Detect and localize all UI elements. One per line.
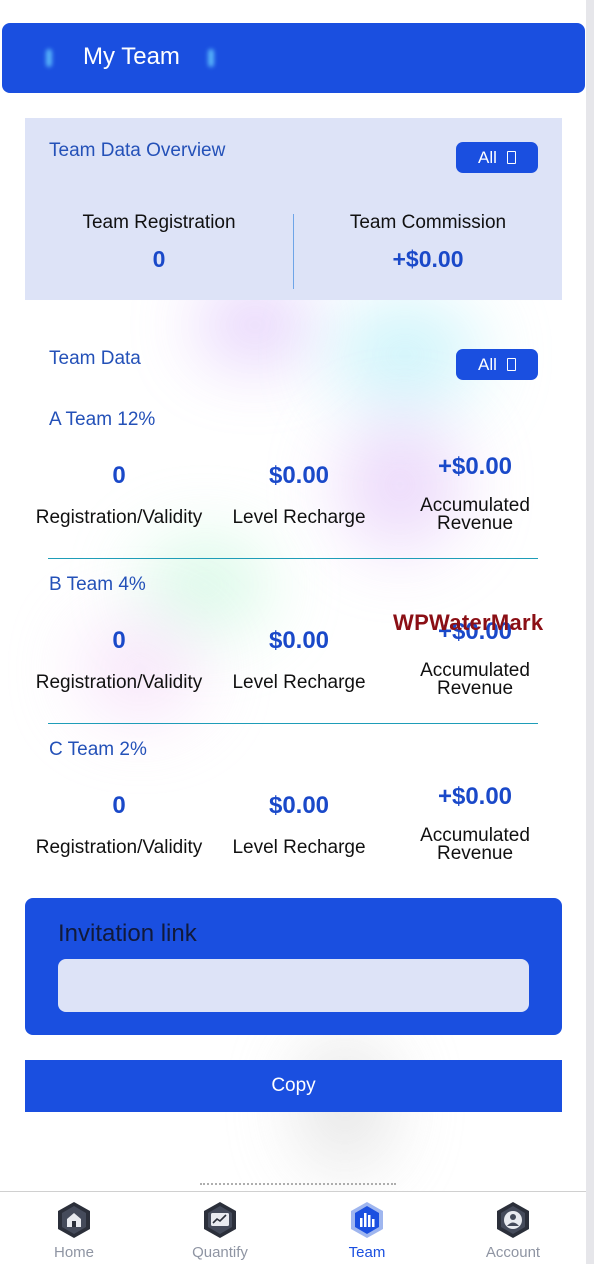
header-bar: My Team: [2, 23, 585, 93]
registration-label: Registration/Validity: [35, 672, 203, 693]
team-divider: [48, 558, 538, 559]
registration-value: 0: [112, 462, 126, 489]
bottom-tab-bar: Home Quantify Team Account: [0, 1191, 586, 1264]
recharge-label: Level Recharge: [232, 672, 366, 693]
header-decoration-right: [208, 49, 214, 67]
tab-label: Quantify: [192, 1244, 248, 1261]
revenue-value: +$0.00: [437, 453, 513, 480]
overview-title: Team Data Overview: [49, 140, 226, 161]
team-commission-label: Team Commission: [349, 212, 507, 233]
revenue-value: +$0.00: [437, 783, 513, 810]
revenue-label-line2: Revenue: [436, 513, 514, 534]
invitation-link-field[interactable]: [58, 959, 529, 1012]
copy-button[interactable]: Copy: [25, 1060, 562, 1112]
team-registration-stat: Team Registration 0: [25, 212, 293, 273]
tab-account[interactable]: Account: [453, 1200, 573, 1261]
registration-stat: 0 Registration/Validity: [25, 462, 213, 527]
dropdown-icon: [506, 358, 516, 371]
team-data-filter-button[interactable]: All: [456, 349, 538, 380]
recharge-stat: $0.00 Level Recharge: [220, 462, 378, 527]
revenue-stat: +$0.00 Accumulated Revenue: [395, 783, 555, 863]
tab-label: Account: [485, 1244, 541, 1261]
registration-value: 0: [112, 627, 126, 654]
team-data-filter-label: All: [478, 354, 497, 374]
header-decoration-left: [46, 49, 52, 67]
overview-filter-label: All: [478, 147, 497, 167]
team-registration-value: 0: [152, 246, 166, 272]
invitation-title: Invitation link: [58, 920, 197, 947]
home-icon: [54, 1200, 94, 1240]
team-divider: [48, 723, 538, 724]
team-name: B Team 4%: [49, 574, 146, 595]
recharge-label: Level Recharge: [232, 837, 366, 858]
tab-team[interactable]: Team: [307, 1200, 427, 1261]
registration-stat: 0 Registration/Validity: [25, 627, 213, 692]
dropdown-icon: [506, 151, 516, 164]
registration-stat: 0 Registration/Validity: [25, 792, 213, 857]
tab-label: Home: [53, 1244, 94, 1261]
scrollbar[interactable]: [586, 0, 594, 1264]
recharge-value: $0.00: [268, 627, 330, 654]
team-commission-value: +$0.00: [392, 246, 464, 272]
page-title: My Team: [83, 43, 180, 70]
recharge-value: $0.00: [268, 792, 330, 819]
team-icon: [347, 1200, 387, 1240]
revenue-label-line2: Revenue: [436, 843, 514, 864]
revenue-label-line2: Revenue: [436, 678, 514, 699]
bg-blob-green: [140, 540, 270, 630]
watermark: WPWaterMark: [393, 610, 544, 635]
recharge-value: $0.00: [268, 462, 330, 489]
team-overview-card: Team Data Overview All Team Registration…: [25, 118, 562, 300]
registration-label: Registration/Validity: [35, 507, 203, 528]
bg-blob-purple: [200, 290, 310, 360]
revenue-stat: +$0.00 Accumulated Revenue: [395, 453, 555, 533]
chart-icon: [200, 1200, 240, 1240]
recharge-label: Level Recharge: [232, 507, 366, 528]
team-registration-label: Team Registration: [82, 212, 236, 233]
account-icon: [493, 1200, 533, 1240]
team-data-title: Team Data: [49, 348, 141, 369]
recharge-stat: $0.00 Level Recharge: [220, 792, 378, 857]
registration-label: Registration/Validity: [35, 837, 203, 858]
tab-quantify[interactable]: Quantify: [160, 1200, 280, 1261]
invitation-card: Invitation link: [25, 898, 562, 1035]
tab-home[interactable]: Home: [14, 1200, 134, 1261]
registration-value: 0: [112, 792, 126, 819]
team-commission-stat: Team Commission +$0.00: [294, 212, 562, 273]
overview-filter-button[interactable]: All: [456, 142, 538, 173]
team-name: C Team 2%: [49, 739, 147, 760]
recharge-stat: $0.00 Level Recharge: [220, 627, 378, 692]
team-name: A Team 12%: [49, 409, 156, 430]
tab-label: Team: [348, 1244, 386, 1261]
